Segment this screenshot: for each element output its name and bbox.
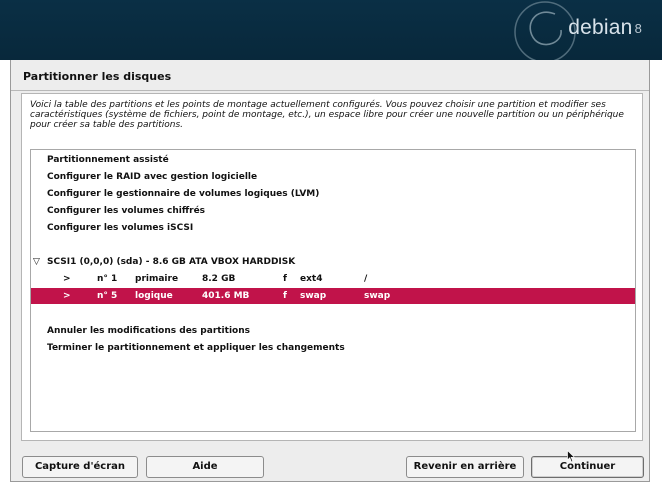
partition-size: 8.2 GB (202, 274, 236, 284)
menu-item-lvm[interactable]: Configurer le gestionnaire de volumes lo… (31, 186, 635, 202)
screenshot-button[interactable]: Capture d'écran (22, 456, 138, 478)
content-panel: Voici la table des partitions et les poi… (21, 93, 643, 441)
debian-banner: debian 8 (0, 0, 662, 60)
menu-item-label: Configurer les volumes iSCSI (47, 223, 194, 233)
disk-label: SCSI1 (0,0,0) (sda) - 8.6 GB ATA VBOX HA… (47, 257, 296, 267)
partition-row-5[interactable]: > n° 5 logique 401.6 MB f swap swap (31, 288, 635, 304)
expand-arrow-icon: > (63, 291, 71, 301)
partition-mountpoint: swap (364, 291, 391, 301)
partition-row-1[interactable]: > n° 1 primaire 8.2 GB f ext4 / (31, 271, 635, 287)
collapse-triangle-icon[interactable]: ▽ (33, 254, 40, 270)
menu-item-label: Configurer le RAID avec gestion logiciel… (47, 172, 258, 182)
installer-frame: Partitionner les disques Voici la table … (10, 60, 650, 482)
partition-filesystem: swap (300, 291, 327, 301)
menu-item-label: Partitionnement assisté (47, 155, 169, 165)
menu-item-raid[interactable]: Configurer le RAID avec gestion logiciel… (31, 169, 635, 185)
brand-name: debian (568, 16, 633, 39)
page-title: Partitionner les disques (23, 70, 172, 83)
partition-number: n° 1 (97, 274, 118, 284)
back-button[interactable]: Revenir en arrière (406, 456, 524, 478)
menu-item-encrypted[interactable]: Configurer les volumes chiffrés (31, 203, 635, 219)
title-divider (11, 90, 649, 91)
brand-version: 8 (634, 21, 642, 36)
debian-brand: debian 8 (568, 16, 642, 40)
menu-item-iscsi[interactable]: Configurer les volumes iSCSI (31, 220, 635, 236)
menu-item-finish[interactable]: Terminer le partitionnement et appliquer… (31, 340, 635, 356)
disk-row[interactable]: ▽ SCSI1 (0,0,0) (sda) - 8.6 GB ATA VBOX … (31, 254, 635, 270)
partition-type: primaire (135, 274, 179, 284)
partition-format-flag: f (283, 274, 287, 284)
menu-item-label: Annuler les modifications des partitions (47, 326, 250, 336)
menu-item-undo[interactable]: Annuler les modifications des partitions (31, 323, 635, 339)
menu-item-guided[interactable]: Partitionnement assisté (31, 152, 635, 168)
partition-type: logique (135, 291, 173, 301)
partition-list[interactable]: Partitionnement assisté Configurer le RA… (30, 149, 636, 432)
partition-filesystem: ext4 (300, 274, 323, 284)
help-button[interactable]: Aide (146, 456, 264, 478)
mouse-cursor-icon (567, 450, 575, 463)
menu-item-label: Configurer le gestionnaire de volumes lo… (47, 189, 320, 199)
partition-number: n° 5 (97, 291, 118, 301)
partition-format-flag: f (283, 291, 287, 301)
menu-item-label: Terminer le partitionnement et appliquer… (47, 343, 345, 353)
expand-arrow-icon: > (63, 274, 71, 284)
partition-size: 401.6 MB (202, 291, 250, 301)
menu-item-label: Configurer les volumes chiffrés (47, 206, 206, 216)
intro-text: Voici la table des partitions et les poi… (30, 100, 624, 130)
continue-button[interactable]: Continuer (531, 456, 644, 478)
partition-mountpoint: / (364, 274, 368, 284)
